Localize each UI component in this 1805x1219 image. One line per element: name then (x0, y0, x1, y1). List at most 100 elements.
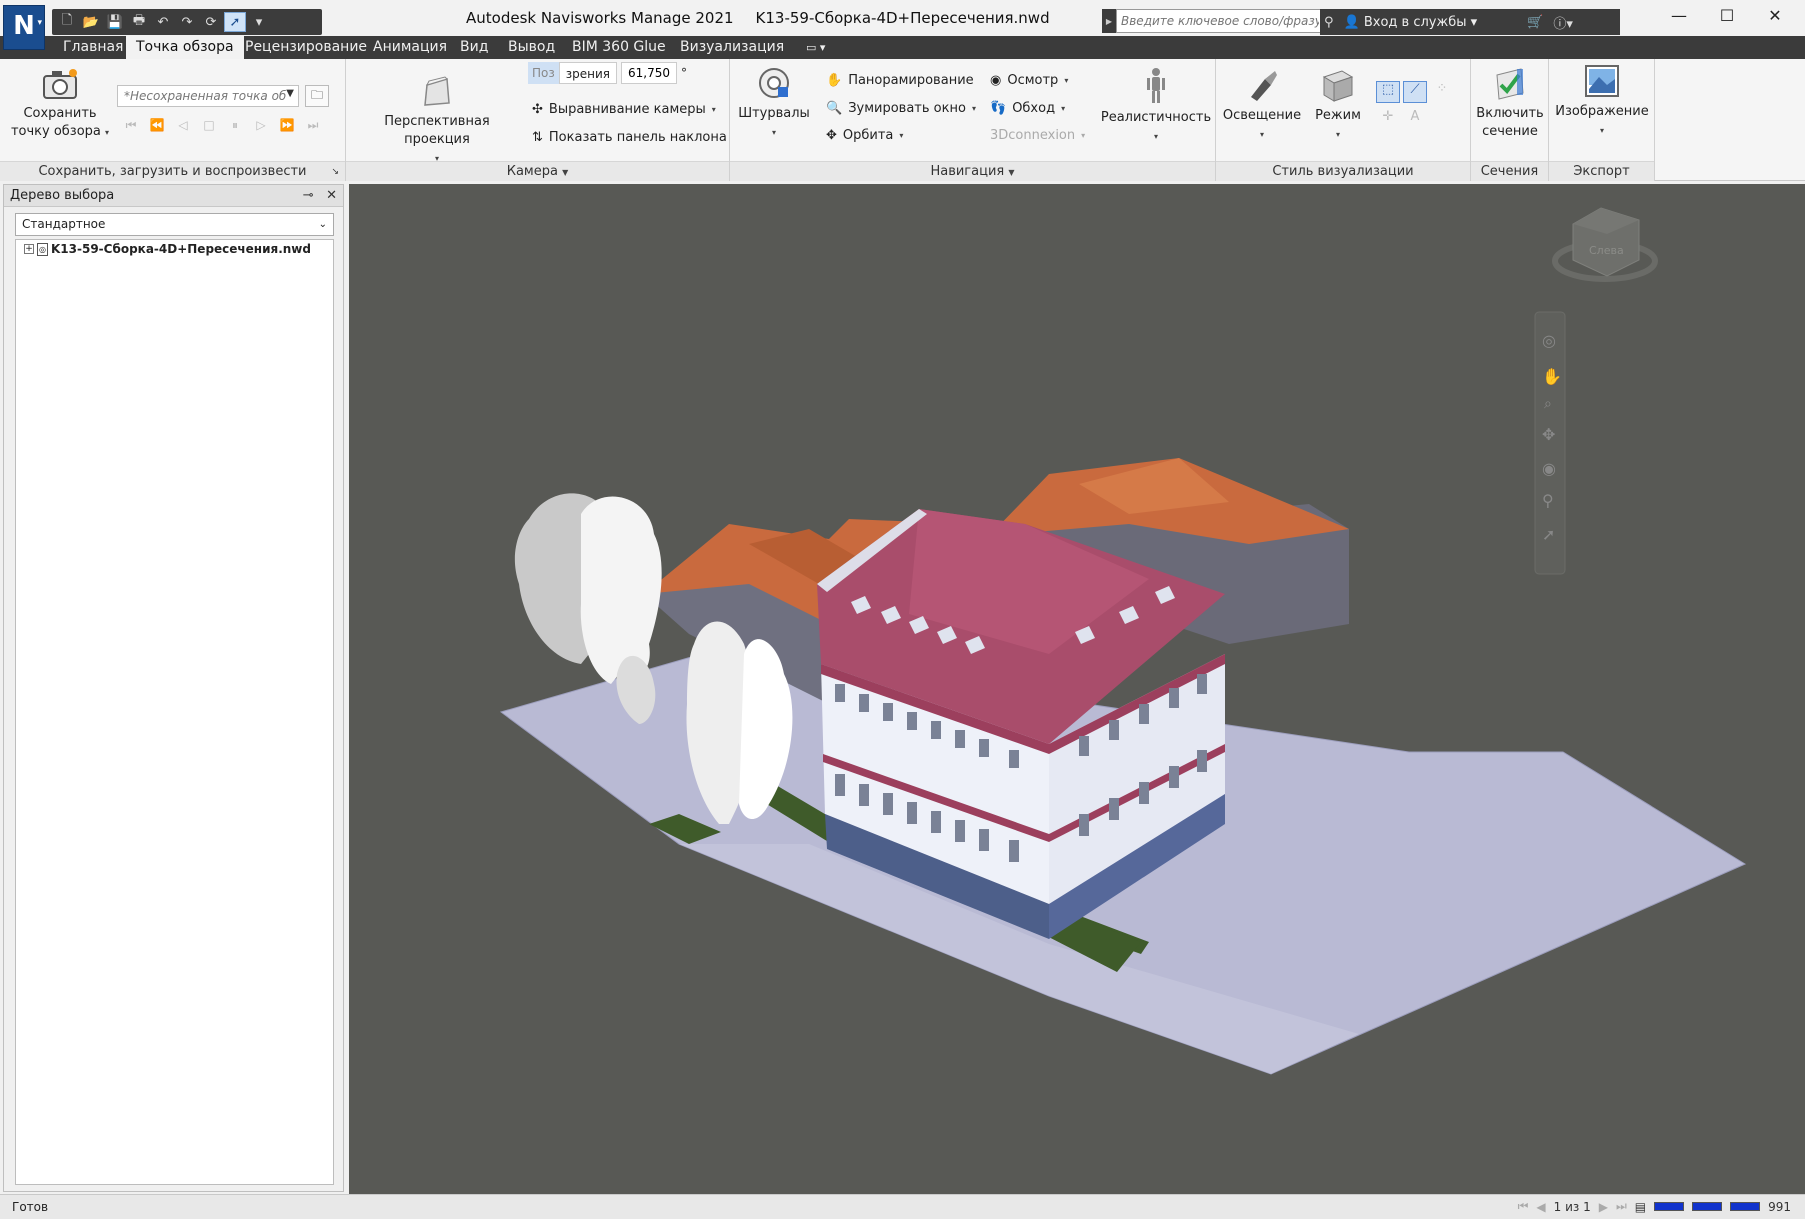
pin-icon[interactable]: ⊸ (303, 188, 314, 203)
step-forward-icon[interactable]: ⏩ (276, 115, 298, 135)
prev-sheet-icon[interactable]: ◀ (1536, 1200, 1545, 1214)
tab-viewpoint[interactable]: Точка обзора (126, 36, 244, 59)
last-sheet-icon[interactable]: ⏭ (1616, 1199, 1627, 1214)
undo-icon[interactable]: ↶ (152, 12, 174, 32)
orbit-icon[interactable]: ✥ (1542, 425, 1555, 444)
tab-home[interactable]: Главная (53, 36, 133, 59)
walk-button[interactable]: 👣 Обход ▾ (990, 101, 1065, 116)
look-around-button[interactable]: ◉ Осмотр ▾ (990, 73, 1068, 88)
search-input[interactable] (1116, 9, 1324, 33)
tab-bim360-glue[interactable]: BIM 360 Glue (562, 36, 676, 59)
walk-icon[interactable]: ⚲ (1542, 491, 1554, 510)
enable-sectioning-button[interactable]: Включить сечение (1471, 65, 1549, 141)
fov-input[interactable] (621, 62, 677, 84)
3d-viewport[interactable]: Слева ◎ ✋ ⌕ ✥ ◉ ⚲ ➚ (349, 184, 1805, 1194)
surfaces-toggle-icon[interactable]: ⬚ (1376, 81, 1400, 103)
look-icon[interactable]: ◉ (1542, 459, 1556, 478)
redo-icon[interactable]: ↷ (176, 12, 198, 32)
tab-view[interactable]: Вид (450, 36, 498, 59)
select-icon[interactable]: ➚ (1542, 525, 1555, 544)
help-icon[interactable]: ⓘ▾ (1553, 13, 1573, 32)
ribbon-tab-bar: Главная Точка обзора Рецензирование Аним… (0, 36, 1805, 59)
tab-animation[interactable]: Анимация (363, 36, 457, 59)
pan-button[interactable]: ✋ Панорамирование (826, 73, 974, 88)
zoom-window-button[interactable]: 🔍 Зумировать окно ▾ (826, 101, 976, 116)
steering-wheels-button[interactable]: Штурвалы ▾ (738, 65, 810, 142)
cart-icon[interactable]: 🛒 (1527, 15, 1543, 30)
steering-wheel-icon[interactable]: ◎ (1542, 331, 1556, 350)
enable-sectioning-label-2: сечение (1482, 124, 1538, 139)
close-icon[interactable]: ✕ (326, 188, 337, 203)
save-icon[interactable]: 💾 (104, 12, 126, 32)
perspective-box-icon (424, 76, 450, 106)
refresh-icon[interactable]: ⟳ (200, 12, 222, 32)
text-toggle-icon[interactable]: A (1403, 109, 1427, 131)
manage-viewpoints-icon[interactable]: 🗀 (305, 85, 329, 107)
play-icon[interactable]: ▷ (250, 115, 272, 135)
next-sheet-icon[interactable]: ▶ (1599, 1200, 1608, 1214)
lighting-button[interactable]: Освещение ▾ (1222, 67, 1302, 144)
pause-icon[interactable]: ⏸ (224, 115, 246, 135)
pan-hand-icon[interactable]: ✋ (1542, 367, 1562, 386)
first-sheet-icon[interactable]: ⏮ (1518, 1199, 1529, 1214)
application-menu-button[interactable]: N ▾ (3, 5, 45, 50)
print-icon[interactable]: 🖶 (128, 12, 150, 32)
camera-panel-title[interactable]: Камера ▼ (346, 161, 729, 181)
mode-label: Режим (1315, 108, 1361, 123)
selection-tree-mode-select[interactable]: Стандартное ⌄ (15, 213, 334, 236)
magnifier-icon: 🔍 (826, 101, 843, 116)
expand-icon[interactable]: + (24, 244, 34, 254)
enable-sectioning-label-1: Включить (1476, 106, 1544, 121)
save-viewpoint-button[interactable]: Сохранить точку обзора ▾ (10, 67, 110, 142)
binoculars-icon[interactable]: ⚲ (1324, 15, 1334, 30)
camera-tab-extra-icon[interactable]: ▭ ▾ (796, 36, 835, 59)
camera-icon (43, 69, 77, 99)
perspective-projection-button[interactable]: Перспективная проекция ▾ (354, 75, 520, 168)
navigation-panel: Штурвалы ▾ ✋ Панорамирование 🔍 Зумировать о… (730, 59, 1216, 181)
export-image-button[interactable]: Изображение ▾ (1549, 63, 1655, 140)
search-expand-icon[interactable]: ▶ (1102, 9, 1116, 33)
snap-points-toggle-icon[interactable]: ✛ (1376, 109, 1400, 131)
open-file-icon[interactable]: 📂 (80, 12, 102, 32)
panel-title-text: Экспорт (1573, 164, 1630, 179)
tree-canopy (580, 496, 662, 684)
select-cursor-icon[interactable]: ➚ (224, 12, 246, 32)
file-name: K13-59-Сборка-4D+Пересечения.nwd (755, 9, 1050, 27)
ribbon: Сохранить точку обзора ▾ *Несохраненная … (0, 59, 1805, 181)
close-button[interactable]: ✕ (1752, 6, 1798, 25)
first-frame-icon[interactable]: ⏮ (120, 115, 142, 135)
sheet-browser-icon[interactable]: ▤ (1635, 1200, 1646, 1214)
stop-icon[interactable]: □ (198, 115, 220, 135)
realism-button[interactable]: Реалистичность ▾ (1100, 67, 1212, 146)
last-frame-icon[interactable]: ⏭ (302, 115, 324, 135)
3dconnexion-button[interactable]: 3Dconnexion ▾ (990, 128, 1085, 143)
tab-output[interactable]: Вывод (498, 36, 565, 59)
tab-review[interactable]: Рецензирование (235, 36, 377, 59)
zoom-icon[interactable]: ⌕ (1544, 396, 1552, 412)
step-back-icon[interactable]: ⏪ (146, 115, 168, 135)
save-viewpoint-label-2: точку обзора (10, 124, 101, 139)
selection-tree-list[interactable]: + ◎ K13-59-Сборка-4D+Пересечения.nwd (15, 239, 334, 1185)
orbit-button[interactable]: ✥ Орбита ▾ (826, 128, 903, 143)
minimize-button[interactable]: — (1656, 6, 1702, 25)
customize-toolbar-icon[interactable]: ▾ (248, 12, 270, 32)
status-message: Готов (12, 1200, 49, 1214)
render-mode-button[interactable]: Режим ▾ (1306, 67, 1370, 144)
align-camera-button[interactable]: ✣ Выравнивание камеры ▾ (532, 102, 716, 117)
play-reverse-icon[interactable]: ◁ (172, 115, 194, 135)
selection-tree-panel: Дерево выбора ⊸ ✕ Стандартное ⌄ + ◎ K13-5… (3, 184, 344, 1192)
lines-toggle-icon[interactable]: ⟋ (1403, 81, 1427, 103)
save-load-play-panel-title[interactable]: Сохранить, загрузить и воспроизвести ↘ (0, 161, 345, 181)
show-tilt-bar-button[interactable]: ⇅ Показать панель наклона (532, 130, 727, 145)
navigation-panel-title[interactable]: Навигация ▼ (730, 161, 1215, 181)
section-plane-icon (1496, 68, 1524, 100)
panel-launcher-icon[interactable]: ↘ (331, 162, 339, 182)
maximize-button[interactable]: ☐ (1704, 6, 1750, 25)
new-file-icon[interactable]: 🗋 (56, 12, 78, 32)
points-toggle-icon[interactable]: ⁘ (1430, 81, 1454, 103)
sign-in-button[interactable]: 👤 Вход в службы ▾ (1344, 15, 1478, 30)
realism-label: Реалистичность (1100, 110, 1212, 125)
tree-item-root[interactable]: + ◎ K13-59-Сборка-4D+Пересечения.nwd (24, 242, 311, 256)
viewpoint-select[interactable]: *Несохраненная точка об ▼ (117, 85, 299, 107)
tab-visualization[interactable]: Визуализация (670, 36, 794, 59)
